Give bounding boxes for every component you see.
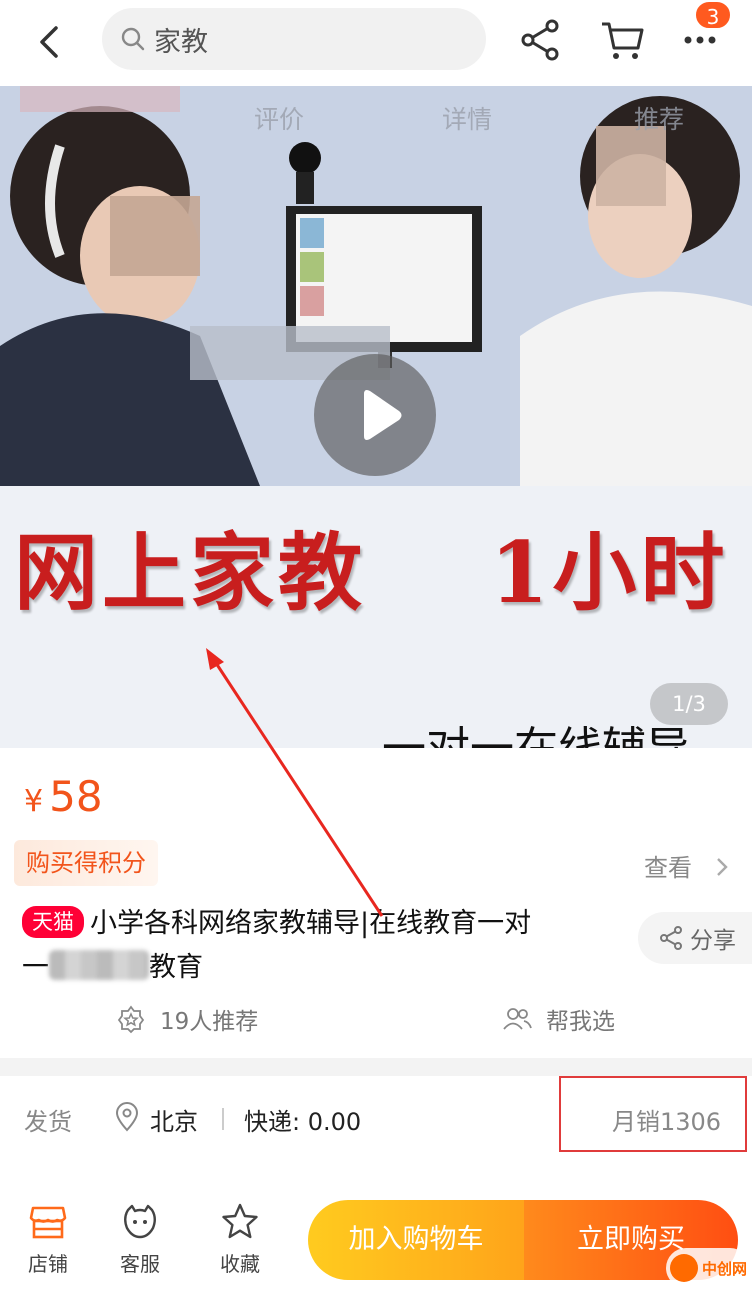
add-to-cart-button[interactable]: 加入购物车	[308, 1200, 524, 1280]
points-tag: 购买得积分	[14, 840, 158, 886]
share-icon[interactable]	[516, 16, 564, 64]
view-link-label: 查看	[644, 854, 692, 882]
express-fee: 快递: 0.00	[244, 1108, 362, 1136]
shipping-location: 北京	[150, 1108, 198, 1136]
help-choose-button[interactable]: 帮我选	[502, 1002, 615, 1036]
hero-tab-recommend: 推荐	[634, 105, 685, 134]
highlight-box-annotation	[559, 1076, 747, 1152]
play-icon	[364, 390, 402, 440]
product-page: 家教 3 评价 详情 推荐 网上家教 1小时 1/3 ¥ 58 购买得积分 查看…	[0, 0, 752, 1292]
watermark-logo	[670, 1254, 698, 1282]
favorite-label: 收藏	[220, 1252, 260, 1276]
people-icon	[503, 1008, 532, 1030]
service-label: 客服	[120, 1252, 160, 1276]
product-image-carousel[interactable]: 评价 详情 推荐 网上家教1小时 一对一在线辅导 1/3	[0, 86, 752, 748]
view-details-link[interactable]: 查看	[644, 848, 730, 883]
search-bar[interactable]: 家教	[102, 8, 486, 70]
tmall-badge: 天猫	[22, 906, 84, 938]
favorite-button[interactable]: 收藏	[200, 1202, 280, 1277]
hero-subline: 一对一在线辅导	[382, 712, 690, 748]
badge-star-icon	[117, 1005, 145, 1034]
store-icon	[29, 1206, 67, 1239]
currency-symbol: ¥	[24, 784, 44, 819]
hero-tab-detail: 详情	[442, 105, 493, 134]
star-icon	[222, 1203, 258, 1239]
location-pin-icon	[115, 1102, 139, 1132]
share-button[interactable]: 分享	[638, 912, 752, 964]
product-title: 天猫 小学各科网络家教辅导|在线教育一对 一 教育	[22, 902, 622, 990]
search-icon	[121, 27, 145, 51]
blurred-shop-name	[49, 950, 149, 980]
hero-headline: 网上家教 1小时	[14, 523, 729, 622]
chevron-right-icon	[716, 858, 728, 876]
recommend-button[interactable]: 19人推荐	[116, 1002, 258, 1036]
back-arrow-icon[interactable]	[28, 20, 72, 64]
shipping-label: 发货	[24, 1108, 72, 1136]
price: ¥58	[24, 772, 103, 821]
image-page-indicator: 1/3	[650, 683, 728, 725]
help-choose-label: 帮我选	[546, 1009, 615, 1035]
notification-badge: 3	[694, 0, 732, 30]
section-divider	[0, 1058, 752, 1076]
watermark-text: 中创网	[702, 1259, 748, 1278]
site-watermark: 中创网	[666, 1248, 750, 1288]
chat-face-icon	[124, 1204, 156, 1239]
store-button[interactable]: 店铺	[8, 1202, 88, 1277]
share-icon	[660, 926, 682, 950]
hero-tab-overlay: 评价 详情 推荐	[0, 100, 752, 144]
top-bar: 家教 3	[0, 0, 752, 86]
title-line-2-prefix: 一	[22, 952, 49, 983]
share-label: 分享	[690, 928, 736, 954]
customer-service-button[interactable]: 客服	[100, 1202, 180, 1277]
store-label: 店铺	[28, 1252, 68, 1276]
title-line-2-suffix: 教育	[149, 952, 203, 983]
title-line-1: 小学各科网络家教辅导|在线教育一对	[90, 908, 532, 939]
bottom-action-bar: 店铺 客服 收藏 加入购物车 立即购买	[0, 1180, 752, 1292]
separator	[222, 1108, 224, 1130]
play-video-button[interactable]	[314, 354, 436, 476]
search-query: 家教	[154, 26, 208, 58]
hero-tab-review: 评价	[254, 105, 305, 134]
price-value: 58	[49, 772, 103, 821]
cart-icon[interactable]	[598, 16, 646, 64]
recommend-label: 19人推荐	[160, 1009, 259, 1035]
